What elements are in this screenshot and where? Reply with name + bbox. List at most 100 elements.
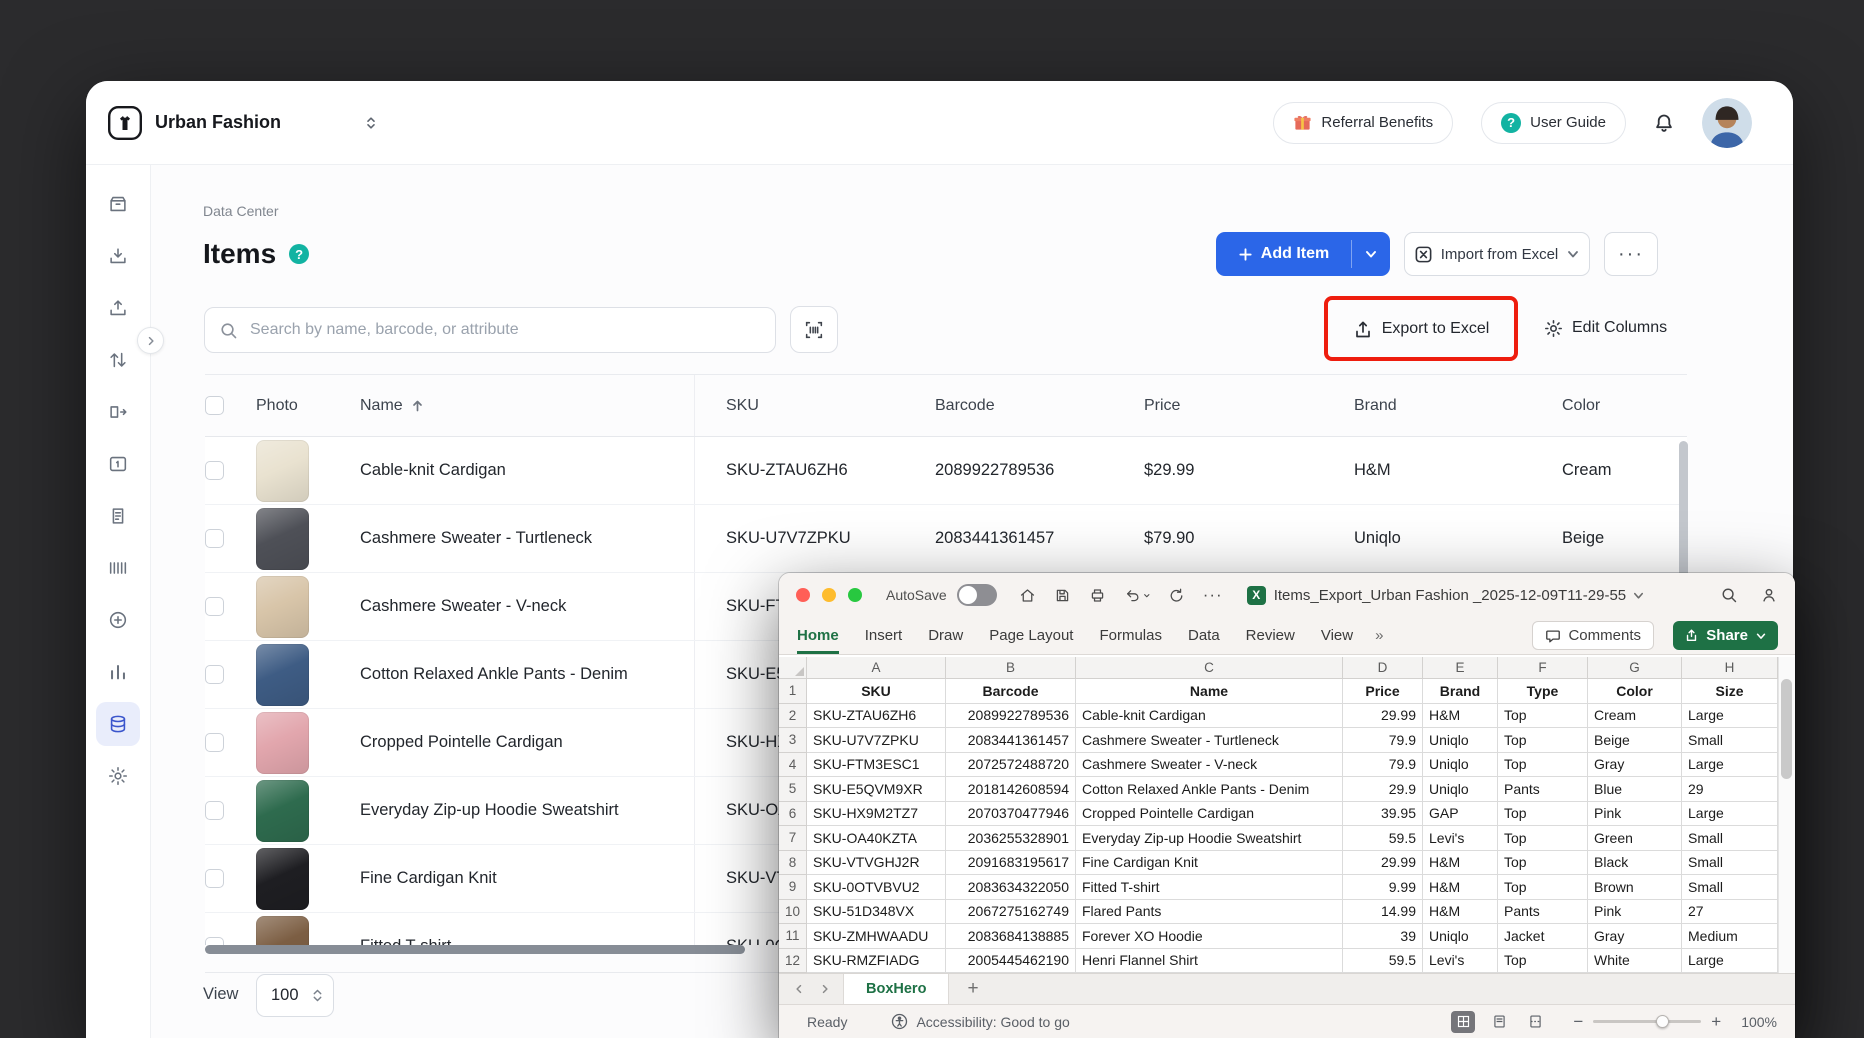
row-checkbox[interactable] xyxy=(205,801,224,820)
sidebar-collapse-button[interactable] xyxy=(137,327,164,354)
cell-D4[interactable]: 79.9 xyxy=(1343,753,1423,778)
cell-A1[interactable]: SKU xyxy=(807,679,946,704)
cell-E3[interactable]: Uniqlo xyxy=(1423,728,1498,753)
cell-H12[interactable]: Large xyxy=(1682,949,1778,974)
cell-A2[interactable]: SKU-ZTAU6ZH6 xyxy=(807,704,946,729)
row-header-1[interactable]: 1 xyxy=(779,679,807,704)
cell-E10[interactable]: H&M xyxy=(1423,900,1498,925)
cell-B5[interactable]: 2018142608594 xyxy=(946,777,1076,802)
cell-B7[interactable]: 2036255328901 xyxy=(946,826,1076,851)
cell-C11[interactable]: Forever XO Hoodie xyxy=(1076,924,1343,949)
cell-H2[interactable]: Large xyxy=(1682,704,1778,729)
row-header-3[interactable]: 3 xyxy=(779,728,807,753)
cell-G8[interactable]: Black xyxy=(1588,851,1682,876)
row-header-11[interactable]: 11 xyxy=(779,924,807,949)
cell-C3[interactable]: Cashmere Sweater - Turtleneck xyxy=(1076,728,1343,753)
cell-F1[interactable]: Type xyxy=(1498,679,1588,704)
cell-D9[interactable]: 9.99 xyxy=(1343,875,1423,900)
cell-G4[interactable]: Gray xyxy=(1588,753,1682,778)
row-checkbox[interactable] xyxy=(205,937,224,945)
presenter-icon[interactable] xyxy=(1760,586,1778,604)
page-size-stepper[interactable]: 100 xyxy=(256,974,334,1017)
add-sheet-button[interactable]: + xyxy=(967,978,978,1000)
document-title[interactable]: Items_Export_Urban Fashion _2025-12-09T1… xyxy=(1274,587,1626,604)
cell-G2[interactable]: Cream xyxy=(1588,704,1682,729)
close-window-button[interactable] xyxy=(796,588,810,602)
cell-A6[interactable]: SKU-HX9M2TZ7 xyxy=(807,802,946,827)
excel-tab-formulas[interactable]: Formulas xyxy=(1099,617,1162,654)
cell-B6[interactable]: 2070370477946 xyxy=(946,802,1076,827)
cell-E5[interactable]: Uniqlo xyxy=(1423,777,1498,802)
cell-G7[interactable]: Green xyxy=(1588,826,1682,851)
excel-tab-review[interactable]: Review xyxy=(1246,617,1295,654)
column-sku[interactable]: SKU xyxy=(694,375,935,436)
cell-F3[interactable]: Top xyxy=(1498,728,1588,753)
cell-D6[interactable]: 39.95 xyxy=(1343,802,1423,827)
row-header-5[interactable]: 5 xyxy=(779,777,807,802)
column-header-A[interactable]: A xyxy=(807,657,946,679)
maximize-window-button[interactable] xyxy=(848,588,862,602)
cell-D2[interactable]: 29.99 xyxy=(1343,704,1423,729)
sidebar-item-stock-out[interactable] xyxy=(96,286,140,330)
table-horizontal-scrollbar[interactable] xyxy=(205,945,745,954)
cell-D1[interactable]: Price xyxy=(1343,679,1423,704)
cell-D12[interactable]: 59.5 xyxy=(1343,949,1423,974)
cell-B9[interactable]: 2083634322050 xyxy=(946,875,1076,900)
row-header-6[interactable]: 6 xyxy=(779,802,807,827)
cell-F8[interactable]: Top xyxy=(1498,851,1588,876)
sheet-prev-icon[interactable] xyxy=(793,983,805,995)
cell-E2[interactable]: H&M xyxy=(1423,704,1498,729)
cell-A8[interactable]: SKU-VTVGHJ2R xyxy=(807,851,946,876)
cell-E1[interactable]: Brand xyxy=(1423,679,1498,704)
row-checkbox[interactable] xyxy=(205,461,224,480)
row-checkbox[interactable] xyxy=(205,529,224,548)
cell-D10[interactable]: 14.99 xyxy=(1343,900,1423,925)
excel-vertical-scrollbar-thumb[interactable] xyxy=(1781,679,1792,779)
cell-A3[interactable]: SKU-U7V7ZPKU xyxy=(807,728,946,753)
sidebar-item-documents[interactable] xyxy=(96,494,140,538)
cell-A9[interactable]: SKU-0OTVBVU2 xyxy=(807,875,946,900)
column-header-E[interactable]: E xyxy=(1423,657,1498,679)
sheet-next-icon[interactable] xyxy=(819,983,831,995)
cell-H9[interactable]: Small xyxy=(1682,875,1778,900)
cell-G6[interactable]: Pink xyxy=(1588,802,1682,827)
cell-G11[interactable]: Gray xyxy=(1588,924,1682,949)
cell-H5[interactable]: 29 xyxy=(1682,777,1778,802)
notifications-bell-icon[interactable] xyxy=(1652,111,1676,135)
cell-F11[interactable]: Jacket xyxy=(1498,924,1588,949)
sidebar-item-adjust[interactable] xyxy=(96,338,140,382)
cell-B2[interactable]: 2089922789536 xyxy=(946,704,1076,729)
export-to-excel-button[interactable]: Export to Excel xyxy=(1382,320,1490,338)
cell-B3[interactable]: 2083441361457 xyxy=(946,728,1076,753)
cell-G1[interactable]: Color xyxy=(1588,679,1682,704)
page-break-view-button[interactable] xyxy=(1523,1011,1547,1033)
cell-E6[interactable]: GAP xyxy=(1423,802,1498,827)
row-header-4[interactable]: 4 xyxy=(779,753,807,778)
row-header-12[interactable]: 12 xyxy=(779,949,807,974)
column-price[interactable]: Price xyxy=(1144,375,1354,436)
cell-F6[interactable]: Top xyxy=(1498,802,1588,827)
row-header-10[interactable]: 10 xyxy=(779,900,807,925)
cell-A5[interactable]: SKU-E5QVM9XR xyxy=(807,777,946,802)
column-brand[interactable]: Brand xyxy=(1354,375,1562,436)
row-checkbox[interactable] xyxy=(205,597,224,616)
zoom-in-button[interactable]: + xyxy=(1705,1012,1727,1032)
column-header-B[interactable]: B xyxy=(946,657,1076,679)
cell-H8[interactable]: Small xyxy=(1682,851,1778,876)
excel-tab-view[interactable]: View xyxy=(1321,617,1353,654)
cell-F10[interactable]: Pants xyxy=(1498,900,1588,925)
excel-tab-page-layout[interactable]: Page Layout xyxy=(989,617,1073,654)
more-ribbon-tabs[interactable]: » xyxy=(1375,627,1383,644)
cell-E8[interactable]: H&M xyxy=(1423,851,1498,876)
cell-D3[interactable]: 79.9 xyxy=(1343,728,1423,753)
sidebar-item-data-center[interactable] xyxy=(96,702,140,746)
cell-C4[interactable]: Cashmere Sweater - V-neck xyxy=(1076,753,1343,778)
row-header-2[interactable]: 2 xyxy=(779,704,807,729)
comments-button[interactable]: Comments xyxy=(1532,621,1654,650)
row-checkbox[interactable] xyxy=(205,665,224,684)
add-item-dropdown[interactable] xyxy=(1352,232,1390,276)
cell-B10[interactable]: 2067275162749 xyxy=(946,900,1076,925)
excel-tab-insert[interactable]: Insert xyxy=(865,617,903,654)
sidebar-item-items-box[interactable] xyxy=(96,182,140,226)
cell-E9[interactable]: H&M xyxy=(1423,875,1498,900)
